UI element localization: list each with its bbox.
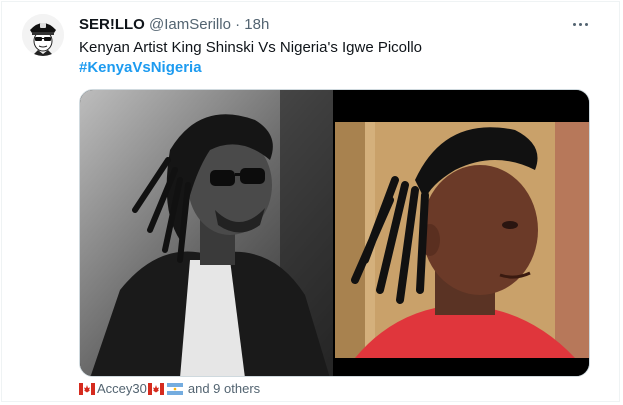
- photo-left-image: [80, 90, 333, 376]
- timestamp[interactable]: 18h: [244, 16, 269, 33]
- argentina-flag-icon: [166, 383, 183, 395]
- user-handle[interactable]: @IamSerillo: [149, 16, 231, 33]
- liked-by-row[interactable]: Accey30 and 9 others: [79, 380, 260, 398]
- tweet-header: SER!LLO @IamSerillo · 18h: [79, 15, 269, 35]
- liked-by-user[interactable]: Accey30: [97, 380, 147, 398]
- tweet-text: Kenyan Artist King Shinski Vs Nigeria's …: [79, 39, 423, 56]
- photo-right-image: [335, 90, 589, 376]
- hashtag-link[interactable]: #KenyaVsNigeria: [79, 58, 202, 78]
- photo-right[interactable]: [335, 90, 589, 376]
- avatar-illustration: [22, 14, 64, 56]
- tweet[interactable]: SER!LLO @IamSerillo · 18h Kenyan Artist …: [0, 0, 623, 405]
- display-name[interactable]: SER!LLO: [79, 16, 145, 33]
- canada-flag-icon: [79, 383, 95, 395]
- separator-dot: ·: [235, 16, 241, 33]
- avatar[interactable]: [22, 14, 64, 56]
- canada-flag-icon: [147, 383, 164, 395]
- photo-left[interactable]: [80, 90, 333, 376]
- media-grid: [79, 89, 590, 377]
- liked-by-suffix[interactable]: and 9 others: [188, 380, 260, 398]
- more-horizontal-icon[interactable]: [567, 14, 593, 34]
